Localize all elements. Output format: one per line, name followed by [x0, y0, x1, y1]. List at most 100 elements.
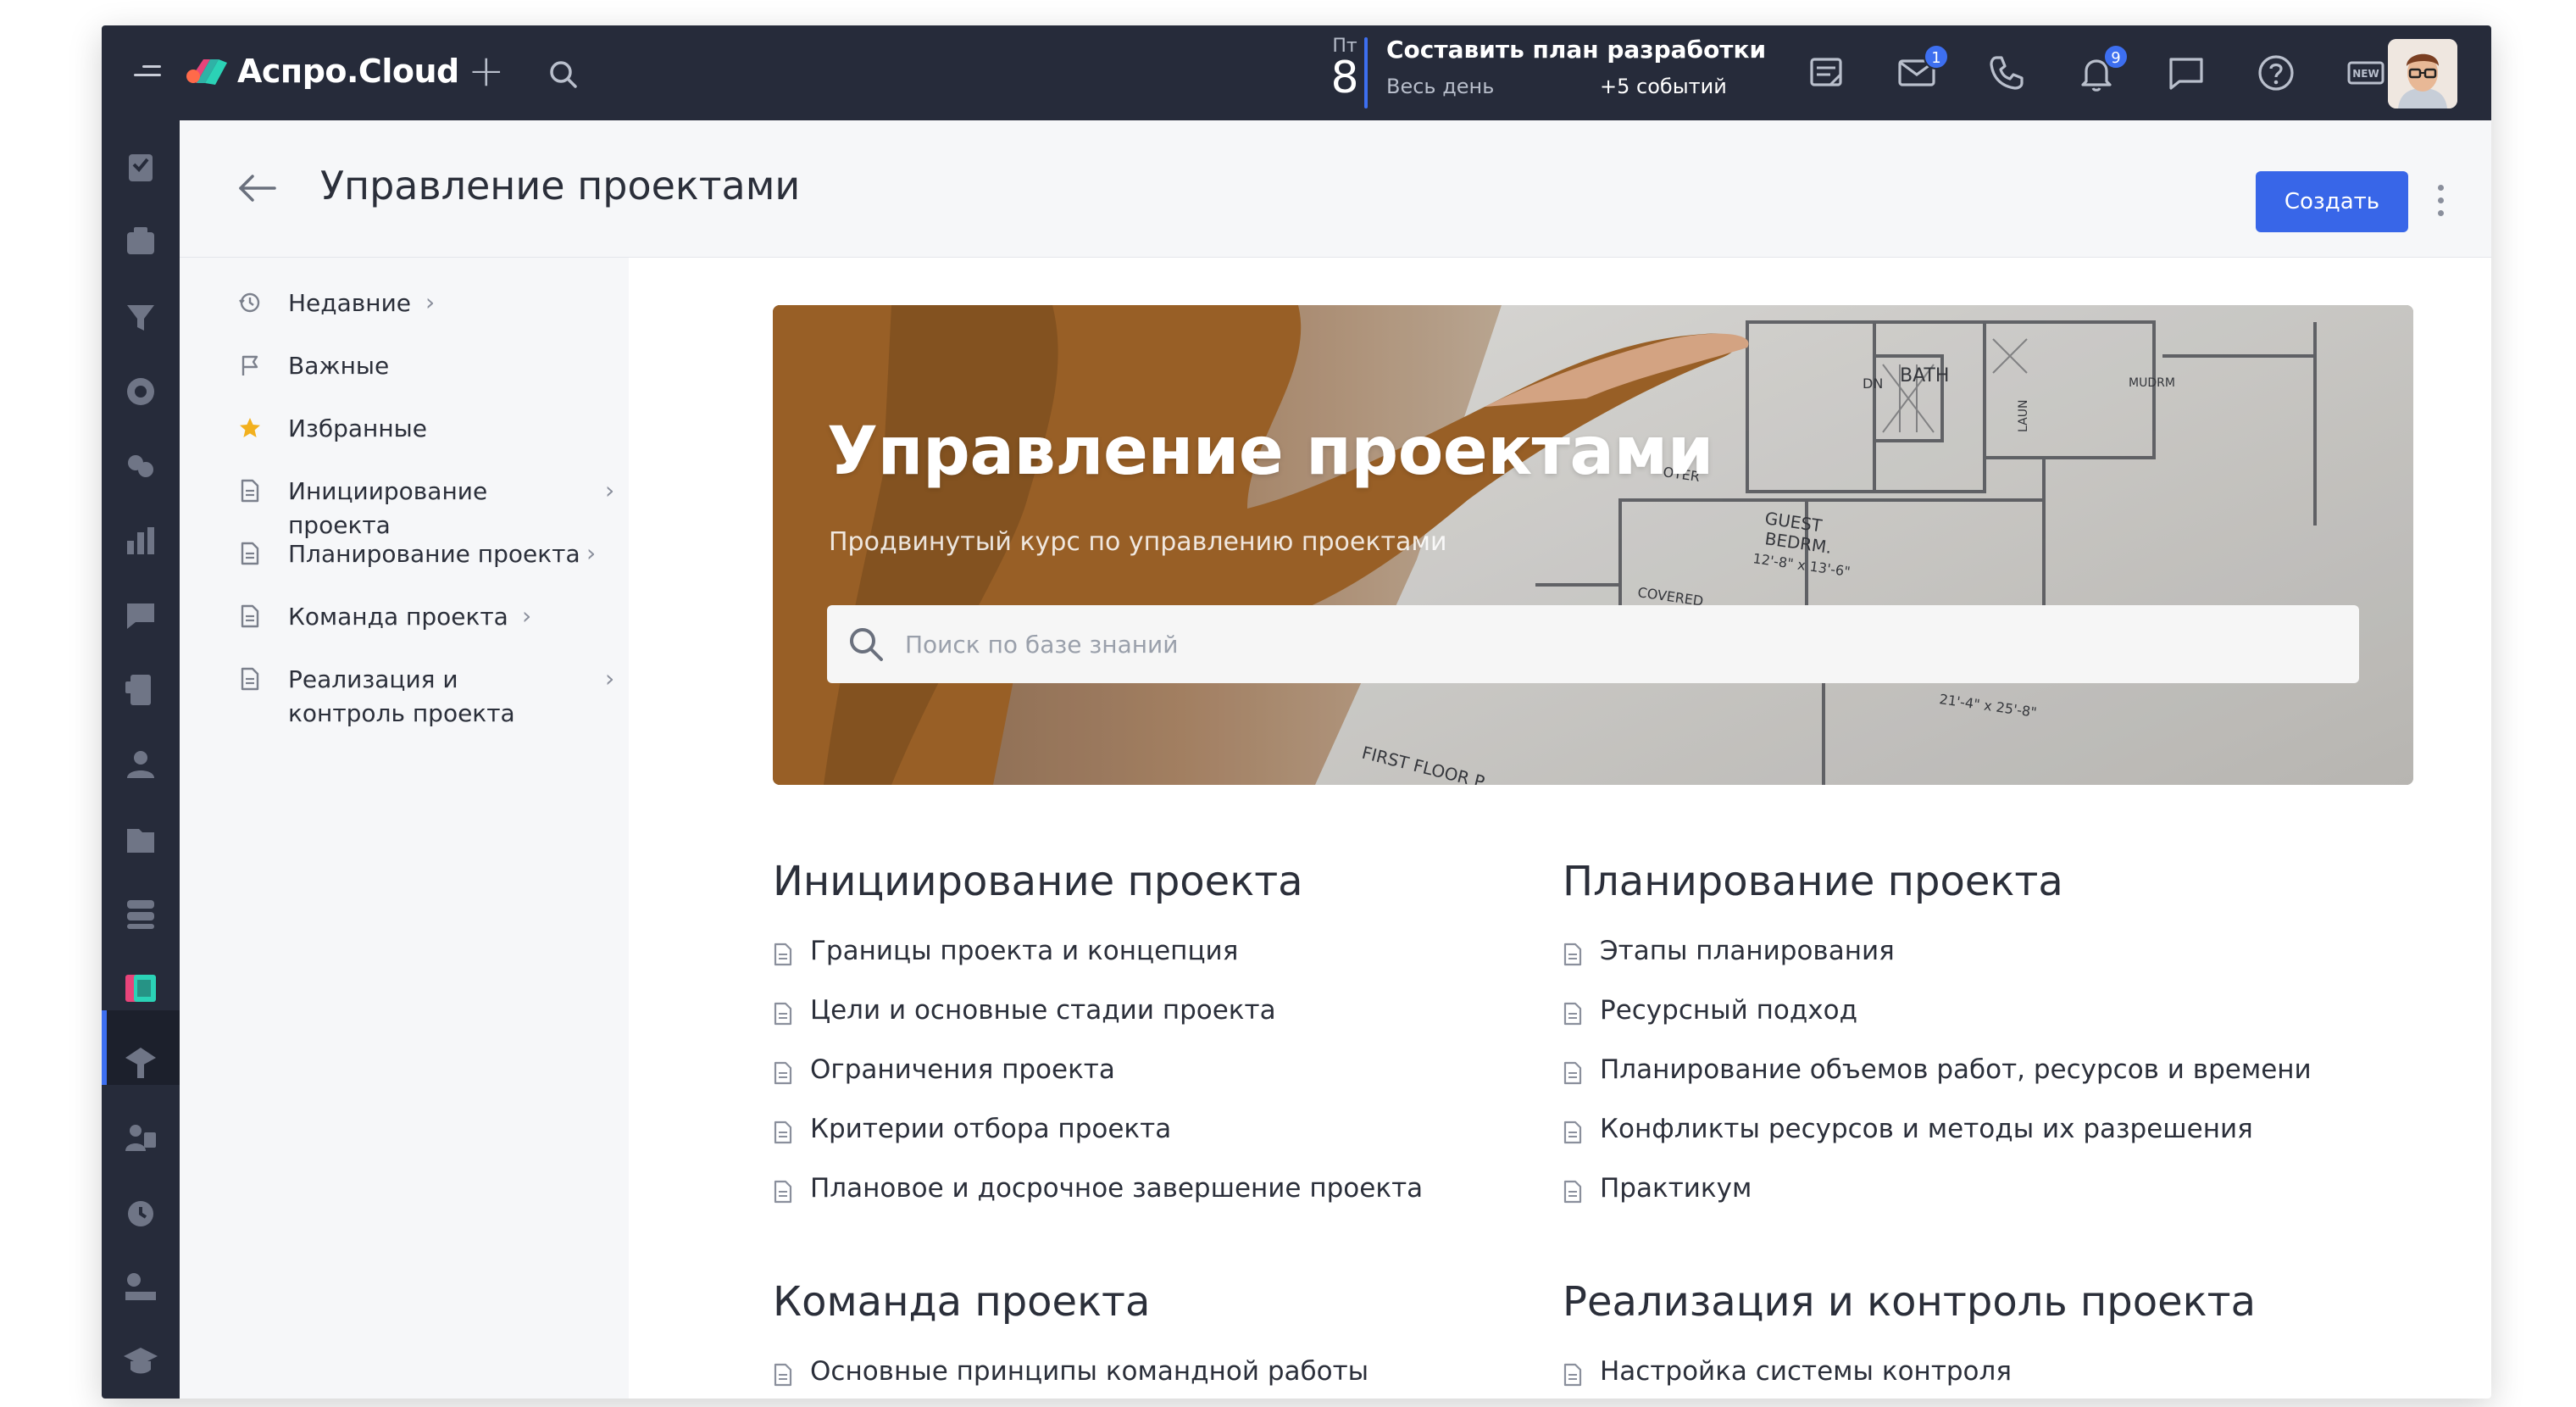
- knowledge-base-module-icon[interactable]: [119, 966, 163, 1010]
- sidebar-item-planning[interactable]: Планирование проекта ›: [237, 537, 619, 571]
- sidebar-item-favorites[interactable]: Избранные: [237, 412, 619, 446]
- avatar[interactable]: [2388, 39, 2457, 108]
- files-module-icon[interactable]: [119, 817, 163, 861]
- team-module-icon[interactable]: [119, 742, 163, 787]
- document-icon: [774, 1363, 792, 1387]
- article-link-text: Плановое и досрочное завершение проекта: [810, 1173, 1424, 1204]
- article-link[interactable]: Планирование объемов работ, ресурсов и в…: [1563, 1054, 2312, 1114]
- sidebar-item-team[interactable]: Команда проекта ›: [237, 600, 619, 634]
- star-icon: [240, 418, 260, 437]
- sidebar-item-label: Важные: [288, 352, 390, 380]
- projects-module-icon[interactable]: [119, 220, 163, 264]
- document-icon: [241, 479, 259, 503]
- top-bar: Аспро.Cloud + Пт 8 Составить план разраб…: [102, 25, 2491, 120]
- tasks-module-icon[interactable]: [119, 146, 163, 190]
- event-title[interactable]: Составить план разработки: [1386, 36, 1766, 64]
- search-icon: [850, 628, 883, 661]
- document-icon: [774, 1061, 792, 1085]
- page-header: Управление проектами Создать: [180, 120, 2491, 258]
- sidebar-item-initiation[interactable]: Инициирование проекта ›: [237, 475, 619, 539]
- brand-name[interactable]: Аспро.Cloud: [237, 53, 459, 90]
- sidebar-item-recent[interactable]: Недавние ›: [237, 286, 619, 320]
- hero-banner: BATH DN LAUN MUDRM GUEST BEDRM. 12'-8" x…: [773, 305, 2413, 785]
- module-rail: [102, 120, 180, 1399]
- chat-module-icon[interactable]: [119, 593, 163, 637]
- section-title: Команда проекта: [773, 1278, 1151, 1326]
- article-link[interactable]: Основные принципы командной работы: [773, 1356, 1518, 1399]
- document-icon: [1563, 1363, 1582, 1387]
- event-marker: [1364, 37, 1368, 108]
- article-link-text: Критерии отбора проекта: [810, 1114, 1172, 1144]
- section-implementation: Реализация и контроль проекта Настройка …: [1563, 1278, 2308, 1399]
- back-arrow-icon[interactable]: [234, 168, 281, 209]
- section-team: Команда проекта Основные принципы команд…: [773, 1278, 1518, 1399]
- article-link[interactable]: Границы проекта и концепция: [773, 936, 1518, 995]
- logo-icon: [186, 59, 227, 85]
- document-icon: [1563, 1121, 1582, 1144]
- section-title: Планирование проекта: [1563, 858, 2063, 905]
- document-icon: [774, 1002, 792, 1026]
- time-module-icon[interactable]: [119, 1190, 163, 1234]
- menu-icon[interactable]: [134, 65, 161, 81]
- bell-badge: 9: [2103, 44, 2129, 70]
- bell-icon[interactable]: 9: [2074, 44, 2129, 95]
- funnel-module-icon[interactable]: [119, 295, 163, 339]
- hr-module-icon[interactable]: [119, 1115, 163, 1160]
- article-link[interactable]: Настройка системы контроля: [1563, 1356, 2308, 1399]
- article-link-text: Этапы планирования: [1600, 936, 1895, 966]
- chevron-right-icon: ›: [586, 539, 597, 567]
- article-link[interactable]: Этапы планирования: [1563, 936, 2308, 995]
- sidebar-item-label: Инициирование проекта: [288, 477, 488, 539]
- knowledge-search[interactable]: [827, 605, 2359, 683]
- sidebar-item-implementation[interactable]: Реализация и контроль проекта ›: [237, 663, 619, 734]
- article-link[interactable]: Плановое и досрочное завершение проекта: [773, 1173, 1518, 1232]
- article-link[interactable]: Критерии отбора проекта: [773, 1114, 1518, 1173]
- chevron-right-icon: ›: [522, 602, 532, 630]
- document-icon: [241, 604, 259, 628]
- article-link-text: Ресурсный подход: [1600, 995, 1858, 1026]
- article-link-text: Планирование объемов работ, ресурсов и в…: [1600, 1054, 2312, 1085]
- training-module-icon[interactable]: [119, 1265, 163, 1309]
- sidebar-item-label: Планирование проекта: [288, 540, 580, 568]
- documents-module-icon[interactable]: [119, 668, 163, 712]
- notes-icon[interactable]: [1805, 51, 1849, 95]
- more-options-icon[interactable]: [2430, 185, 2451, 222]
- article-link[interactable]: Конфликты ресурсов и методы их разрешени…: [1563, 1114, 2308, 1173]
- add-icon[interactable]: +: [468, 46, 505, 97]
- finance-module-icon[interactable]: [119, 1041, 163, 1085]
- document-icon: [774, 943, 792, 966]
- search-icon[interactable]: [547, 58, 580, 92]
- search-input[interactable]: [905, 605, 2329, 683]
- page-title: Управление проектами: [320, 163, 801, 209]
- hero-subtitle: Продвинутый курс по управлению проектами: [829, 527, 1447, 557]
- analytics-module-icon[interactable]: [119, 519, 163, 563]
- article-link[interactable]: Практикум: [1563, 1173, 2308, 1232]
- sidebar-item-important[interactable]: Важные: [237, 349, 619, 383]
- event-subtitle: Весь день: [1386, 75, 1495, 98]
- sidebar-item-label: Команда проекта: [288, 603, 508, 631]
- chat-icon[interactable]: [2164, 51, 2208, 95]
- flag-icon: [242, 355, 258, 375]
- help-icon[interactable]: [2254, 51, 2298, 95]
- section-title: Инициирование проекта: [773, 858, 1303, 905]
- document-icon: [1563, 1061, 1582, 1085]
- contacts-module-icon[interactable]: [119, 444, 163, 488]
- article-link[interactable]: Ресурсный подход: [1563, 995, 2308, 1054]
- new-icon[interactable]: NEW: [2344, 51, 2388, 95]
- academy-module-icon[interactable]: [119, 1339, 163, 1383]
- article-link[interactable]: Цели и основные стадии проекта: [773, 995, 1518, 1054]
- history-icon: [239, 292, 260, 313]
- sidebar-item-label: Избранные: [288, 414, 427, 442]
- section-initiation: Инициирование проекта Границы проекта и …: [773, 858, 1518, 1232]
- event-more-link[interactable]: +5 событий: [1600, 75, 1727, 98]
- mail-icon[interactable]: 1: [1895, 44, 1949, 95]
- create-button[interactable]: Создать: [2256, 171, 2408, 232]
- deals-module-icon[interactable]: [119, 370, 163, 414]
- article-link-text: Практикум: [1600, 1173, 1752, 1204]
- article-link[interactable]: Ограничения проекта: [773, 1054, 1518, 1114]
- article-link-text: Цели и основные стадии проекта: [810, 995, 1276, 1026]
- document-icon: [241, 667, 259, 691]
- article-link-text: Границы проекта и концепция: [810, 936, 1239, 966]
- database-module-icon[interactable]: [119, 892, 163, 936]
- phone-icon[interactable]: [1985, 51, 2029, 95]
